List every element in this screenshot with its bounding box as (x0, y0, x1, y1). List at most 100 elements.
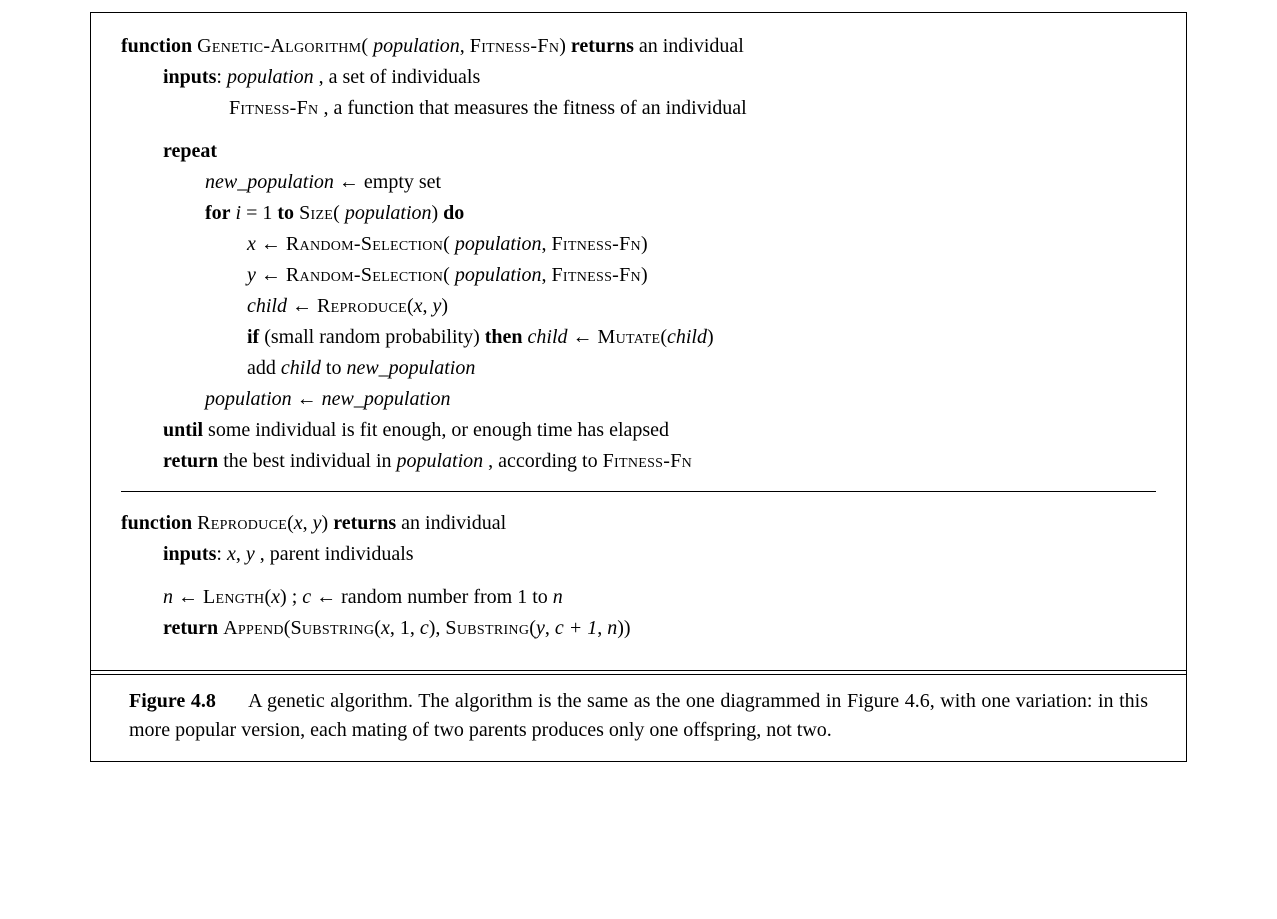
kw-return: return (163, 617, 218, 639)
algorithm-reproduce: function Reproduce(x, y) returns an indi… (91, 498, 1186, 662)
kw-then: then (485, 326, 523, 348)
var-new-population: new_population (322, 388, 451, 410)
var-n: n (553, 586, 563, 608)
newpop-line: new_population ← empty set (121, 167, 1156, 198)
arrow: ← (339, 171, 364, 193)
y-line: y ← Random-Selection( population, Fitnes… (121, 260, 1156, 291)
one: 1 (400, 617, 410, 639)
txt-return-best: the best individual in (223, 450, 396, 472)
caption-text: A genetic algorithm. The algorithm is th… (129, 690, 1148, 741)
kw-for: for (205, 202, 231, 224)
fn-reproduce: Reproduce (317, 295, 407, 317)
if-line: if (small random probability) then child… (121, 322, 1156, 353)
txt-until-clause: some individual is fit enough, or enough… (208, 419, 669, 441)
kw-function: function (121, 512, 192, 534)
repeat-line: repeat (121, 136, 1156, 167)
fn-length: Length (203, 586, 264, 608)
arrow: ← (297, 388, 322, 410)
return-append-line: return Append(Substring(x, 1, c), Substr… (121, 613, 1156, 644)
kw-repeat: repeat (163, 140, 217, 162)
kw-return: return (163, 450, 218, 472)
var-y: y (536, 617, 545, 639)
fn-mutate: Mutate (598, 326, 661, 348)
inputs-line-1: inputs: population , a set of individual… (121, 62, 1156, 93)
fn-fitness: Fitness-Fn (470, 35, 559, 57)
var-child: child (247, 295, 287, 317)
eq-one: = 1 (246, 202, 277, 224)
kw-do: do (443, 202, 464, 224)
x-line: x ← Random-Selection( population, Fitnes… (121, 229, 1156, 260)
txt-add: add (247, 357, 281, 379)
algorithm-genetic: function Genetic-Algorithm( population, … (91, 13, 1186, 485)
var-x: x (381, 617, 390, 639)
fn-genetic-algorithm: Genetic-Algorithm (197, 35, 361, 57)
var-population: population (227, 66, 314, 88)
arrow: ← (316, 586, 341, 608)
return-line: return the best individual in population… (121, 446, 1156, 477)
c-plus-1: c + 1 (555, 617, 597, 639)
var-population: population (205, 388, 292, 410)
arrow: ← (292, 295, 317, 317)
txt-empty-set: empty set (364, 171, 441, 193)
caption: Figure 4.8 A genetic algorithm. The algo… (91, 675, 1186, 761)
kw-if: if (247, 326, 259, 348)
semicolon: ; (292, 586, 303, 608)
signature-line: function Genetic-Algorithm( population, … (121, 31, 1156, 62)
inputs-line-2: Fitness-Fn , a function that measures th… (121, 93, 1156, 124)
txt-set-of-individuals: , a set of individuals (319, 66, 481, 88)
txt-an-individual: an individual (639, 35, 744, 57)
fn-append: Append (223, 617, 284, 639)
fn-fitness: Fitness-Fn (551, 264, 640, 286)
fn-substring: Substring (290, 617, 374, 639)
fn-random-selection: Random-Selection (286, 264, 443, 286)
figure-box: function Genetic-Algorithm( population, … (90, 12, 1187, 762)
var-y: y (247, 264, 256, 286)
txt-rand: random number from 1 to (341, 586, 553, 608)
gap (121, 124, 1156, 136)
kw-inputs: inputs (163, 543, 216, 565)
var-new-population: new_population (205, 171, 334, 193)
var-c: c (420, 617, 429, 639)
var-n: n (163, 586, 173, 608)
fn-fitness: Fitness-Fn (229, 97, 318, 119)
kw-to: to (277, 202, 294, 224)
page: function Genetic-Algorithm( population, … (0, 0, 1277, 919)
var-child: child (528, 326, 568, 348)
inputs-line-3: inputs: x, y , parent individuals (121, 539, 1156, 570)
double-rule-top (91, 670, 1186, 671)
signature-line-2: function Reproduce(x, y) returns an indi… (121, 508, 1156, 539)
var-population: population (455, 233, 542, 255)
var-child: child (667, 326, 707, 348)
fn-fitness: Fitness-Fn (551, 233, 640, 255)
txt-parent-individuals: , parent individuals (260, 543, 414, 565)
var-population: population (397, 450, 484, 472)
var-x: x (414, 295, 423, 317)
fn-fitness: Fitness-Fn (603, 450, 692, 472)
arrow: ← (261, 233, 286, 255)
kw-inputs: inputs (163, 66, 216, 88)
divider (121, 491, 1156, 492)
fn-random-selection: Random-Selection (286, 233, 443, 255)
pop-assign-line: population ← new_population (121, 384, 1156, 415)
var-c: c (302, 586, 311, 608)
arrow: ← (178, 586, 203, 608)
var-population: population (345, 202, 432, 224)
var-new-population: new_population (346, 357, 475, 379)
figure-label: Figure 4.8 (129, 690, 216, 712)
txt-an-individual: an individual (401, 512, 506, 534)
fn-size: Size (299, 202, 333, 224)
kw-returns: returns (333, 512, 396, 534)
fn-reproduce: Reproduce (197, 512, 287, 534)
arrow: ← (573, 326, 598, 348)
n-c-line: n ← Length(x) ; c ← random number from 1… (121, 582, 1156, 613)
txt-fitness-desc: , a function that measures the fitness o… (323, 97, 746, 119)
for-line: for i = 1 to Size( population) do (121, 198, 1156, 229)
child-line: child ← Reproduce(x, y) (121, 291, 1156, 322)
txt-according-to: , according to (488, 450, 602, 472)
kw-until: until (163, 419, 203, 441)
var-population: population (455, 264, 542, 286)
var-child: child (281, 357, 321, 379)
arrow: ← (261, 264, 286, 286)
var-n: n (607, 617, 617, 639)
var-i: i (236, 202, 242, 224)
